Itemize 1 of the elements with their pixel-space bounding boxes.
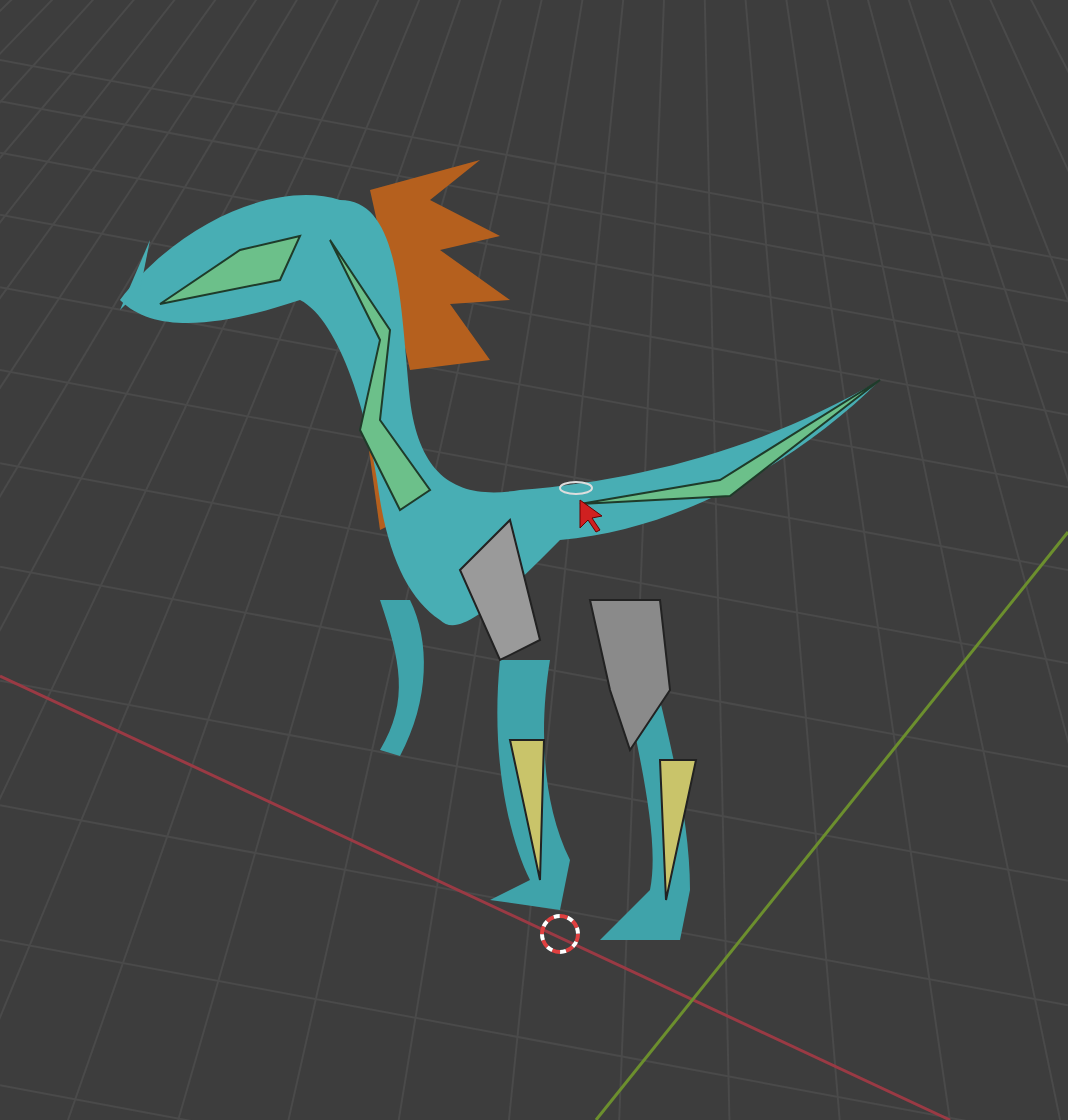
pointer-icon [579,499,603,533]
